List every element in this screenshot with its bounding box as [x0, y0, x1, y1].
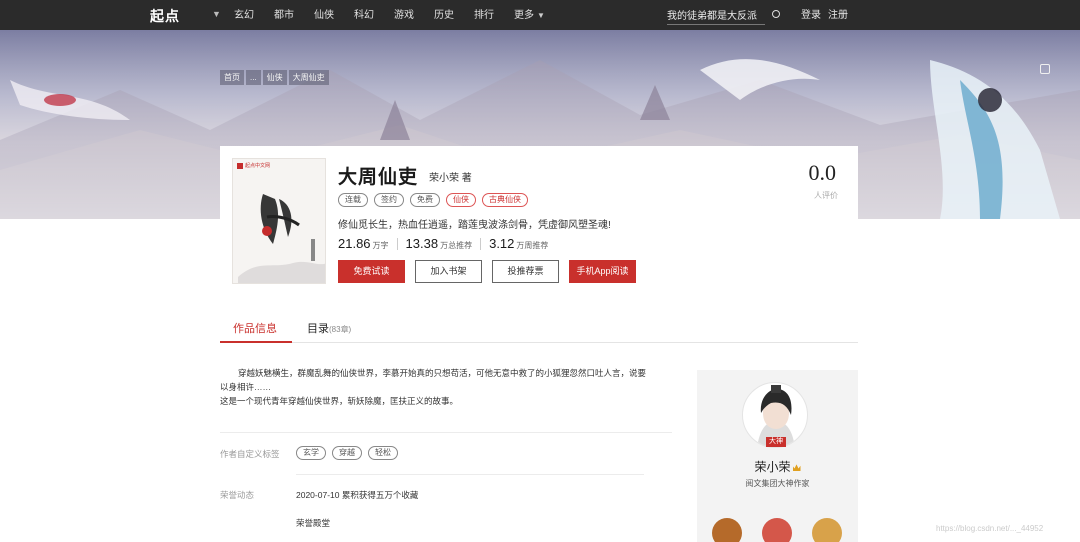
word-count-unit: 万字 [372, 241, 389, 250]
free-read-button[interactable]: 免费试读 [338, 260, 405, 283]
breadcrumb-current: 大周仙吏 [288, 70, 329, 85]
nav-link-paihang[interactable]: 排行 [474, 0, 494, 30]
book-author[interactable]: 荣小荣 著 [429, 169, 472, 184]
category-nav: 玄幻 都市 仙侠 科幻 游戏 历史 排行 更多 ▼ [234, 0, 565, 30]
book-tags: 连载 签约 免费 仙侠 古典仙侠 [338, 193, 528, 207]
book-cover[interactable]: 起点中文网 [232, 158, 326, 284]
tab-catalog[interactable]: 目录(83章) [307, 320, 351, 336]
weekly-recommend-unit: 万周推荐 [516, 241, 549, 250]
rating-score: 0.0 [808, 160, 837, 185]
divider [296, 474, 644, 475]
nav-link-lishi[interactable]: 历史 [434, 0, 454, 30]
top-nav: 起点 ▼ 玄幻 都市 仙侠 科幻 游戏 历史 排行 更多 ▼ 我的徒弟都是大反派 … [0, 0, 1080, 30]
rating-label: 人评价 [814, 191, 838, 200]
share-icon[interactable] [1040, 64, 1050, 74]
breadcrumb-ellipsis[interactable]: ... [246, 70, 261, 85]
app-read-button[interactable]: 手机App阅读 [569, 260, 636, 283]
author-level-badge: 大神 [766, 437, 786, 447]
description-line: 穿越妖魅横生，群魔乱舞的仙侠世界，李慕开始真的只想苟活，可他无意中救了的小狐狸忽… [238, 368, 647, 378]
watermark: https://blog.csdn.net/..._44952 [936, 524, 1044, 533]
custom-tags-label: 作者自定义标签 [220, 449, 280, 459]
author-panel: 大神 荣小荣 阅文集团大神作家 [697, 370, 858, 542]
weekly-recommend: 3.12 [489, 236, 515, 251]
tag-subcategory[interactable]: 古典仙侠 [482, 193, 528, 207]
description-line: 这是一个现代青年穿越仙侠世界，斩妖除魔，匡扶正义的故事。 [220, 396, 459, 406]
tag-free: 免费 [410, 193, 440, 207]
divider [220, 432, 672, 433]
content-tabs: 作品信息 目录(83章) [220, 318, 858, 343]
catalog-label: 目录 [307, 323, 329, 335]
nav-link-more[interactable]: 更多 ▼ [514, 0, 545, 30]
author-name[interactable]: 荣小荣 [697, 458, 858, 475]
tag-signed: 签约 [374, 193, 404, 207]
site-logo[interactable]: 起点 [150, 6, 180, 26]
vote-button[interactable]: 投推荐票 [492, 260, 559, 283]
crown-icon [792, 464, 801, 472]
honor-hall-link[interactable]: 荣誉殿堂 [296, 517, 330, 529]
nav-link-xuanhuan[interactable]: 玄幻 [234, 0, 254, 30]
search-input[interactable]: 我的徒弟都是大反派 [667, 8, 765, 25]
more-label: 更多 [514, 10, 534, 21]
catalog-count: (83章) [329, 325, 352, 334]
book-stats: 21.86 万字 13.38 万总推荐 3.12 万周推荐 [338, 236, 548, 251]
author-document-icon[interactable] [762, 518, 792, 542]
cover-publisher-icon [237, 163, 243, 169]
word-count: 21.86 [338, 236, 371, 251]
honor-item: 2020-07-10 累积获得五万个收藏 [296, 490, 419, 500]
honors-label: 荣誉动态 [220, 490, 255, 500]
nav-link-kehuan[interactable]: 科幻 [354, 0, 374, 30]
stat-divider [396, 237, 398, 250]
book-description: 穿越妖魅横生，群魔乱舞的仙侠世界，李慕开始真的只想苟活，可他无意中救了的小狐狸忽… [220, 366, 675, 408]
book-info-card: 起点中文网 大周仙吏 荣小荣 著 连载 签约 免费 仙侠 古典仙侠 修仙觅长生，… [220, 146, 858, 294]
add-shelf-button[interactable]: 加入书架 [415, 260, 482, 283]
breadcrumb-category[interactable]: 仙侠 [262, 70, 287, 85]
total-recommend: 13.38 [405, 236, 439, 251]
login-link[interactable]: 登录 [801, 0, 821, 32]
cover-art [238, 194, 325, 283]
tag-category[interactable]: 仙侠 [446, 193, 476, 207]
tab-book-info[interactable]: 作品信息 [233, 320, 277, 336]
nav-link-xianxia[interactable]: 仙侠 [314, 0, 334, 30]
custom-tag[interactable]: 轻松 [368, 446, 398, 460]
total-recommend-unit: 万总推荐 [440, 241, 473, 250]
cover-publisher: 起点中文网 [245, 163, 271, 169]
custom-tag[interactable]: 穿越 [332, 446, 362, 460]
chevron-down-icon[interactable]: ▼ [212, 9, 221, 19]
book-title: 大周仙吏 [338, 167, 419, 188]
nav-link-youxi[interactable]: 游戏 [394, 0, 414, 30]
tag-status: 连载 [338, 193, 368, 207]
book-intro: 修仙觅长生，热血任逍遥，踏莲曳波涤剑骨，凭虚御风塑圣魂! [338, 220, 611, 231]
chevron-down-icon: ▼ [537, 11, 545, 20]
custom-tags: 玄学 穿越 轻松 [296, 446, 398, 460]
active-tab-indicator [220, 341, 292, 343]
search-icon[interactable] [772, 10, 780, 18]
author-works-icon[interactable] [712, 518, 742, 542]
breadcrumb-home[interactable]: 首页 [220, 70, 244, 85]
custom-tag[interactable]: 玄学 [296, 446, 326, 460]
author-name-text: 荣小荣 [754, 460, 791, 474]
breadcrumb: 首页 ... 仙侠 大周仙吏 [220, 70, 329, 85]
author-title: 阅文集团大神作家 [745, 479, 810, 488]
author-coffee-icon[interactable] [812, 518, 842, 542]
description-line: 以身相许…… [220, 382, 272, 392]
register-link[interactable]: 注册 [828, 0, 848, 32]
nav-link-dushi[interactable]: 都市 [274, 0, 294, 30]
book-actions: 免费试读 加入书架 投推荐票 手机App阅读 [338, 260, 636, 283]
stat-divider [480, 237, 482, 250]
